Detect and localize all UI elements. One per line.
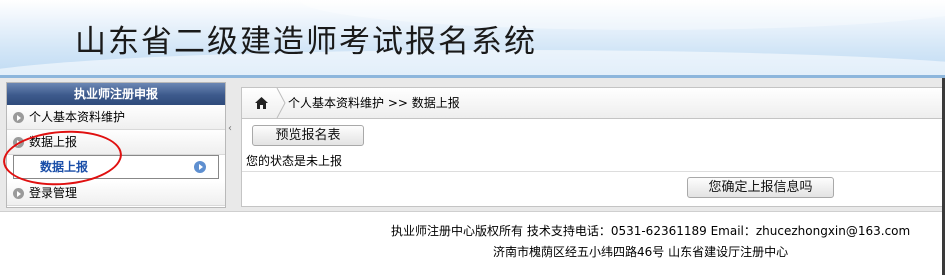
breadcrumb-separator <box>276 88 286 118</box>
circle-arrow-icon <box>194 161 206 173</box>
sidebar-item-login-management[interactable]: 登录管理 <box>7 181 225 206</box>
divider <box>242 171 945 172</box>
app-title: 山东省二级建造师考试报名系统 <box>75 24 537 60</box>
circle-arrow-icon <box>13 112 24 123</box>
sidebar-subitem-data-report[interactable]: 数据上报 <box>13 155 219 179</box>
page-header: 山东省二级建造师考试报名系统 <box>0 0 945 75</box>
footer-address: 济南市槐荫区经五小纬四路46号 山东省建设厅注册中心 <box>493 245 789 259</box>
circle-arrow-icon <box>13 137 24 148</box>
breadcrumb: 个人基本资料维护 >> 数据上报 <box>242 88 945 119</box>
sidebar-item-label: 登录管理 <box>29 186 78 200</box>
footer: 执业师注册中心版权所有 技术支持电话：0531-62361189 Email：z… <box>0 212 945 275</box>
sidebar-collapse-toggle[interactable]: ‹ <box>227 82 237 206</box>
circle-arrow-icon <box>13 188 24 199</box>
home-icon <box>255 97 268 109</box>
content-panel: 个人基本资料维护 >> 数据上报 预览报名表 您的状态是未上报 您确定上报信息吗 <box>241 87 945 207</box>
home-button[interactable] <box>242 88 280 118</box>
chevron-left-icon: ‹ <box>228 123 232 134</box>
sidebar-heading: 执业师注册申报 <box>7 83 225 105</box>
sidebar-item-label: 数据上报 <box>29 135 78 149</box>
sidebar-subitem-label: 数据上报 <box>40 160 89 174</box>
status-text: 您的状态是未上报 <box>246 154 343 168</box>
confirm-submit-button[interactable]: 您确定上报信息吗 <box>687 177 834 198</box>
sidebar-item-data-report[interactable]: 数据上报 <box>7 130 225 155</box>
sidebar-item-profile[interactable]: 个人基本资料维护 <box>7 105 225 130</box>
sidebar-item-label: 个人基本资料维护 <box>29 110 126 124</box>
breadcrumb-path: 个人基本资料维护 >> 数据上报 <box>288 96 460 110</box>
footer-copyright: 执业师注册中心版权所有 技术支持电话：0531-62361189 Email：z… <box>391 224 911 238</box>
preview-form-button[interactable]: 预览报名表 <box>252 125 364 146</box>
sidebar: 执业师注册申报 个人基本资料维护 数据上报 数据上报 登录管理 <box>6 82 226 208</box>
